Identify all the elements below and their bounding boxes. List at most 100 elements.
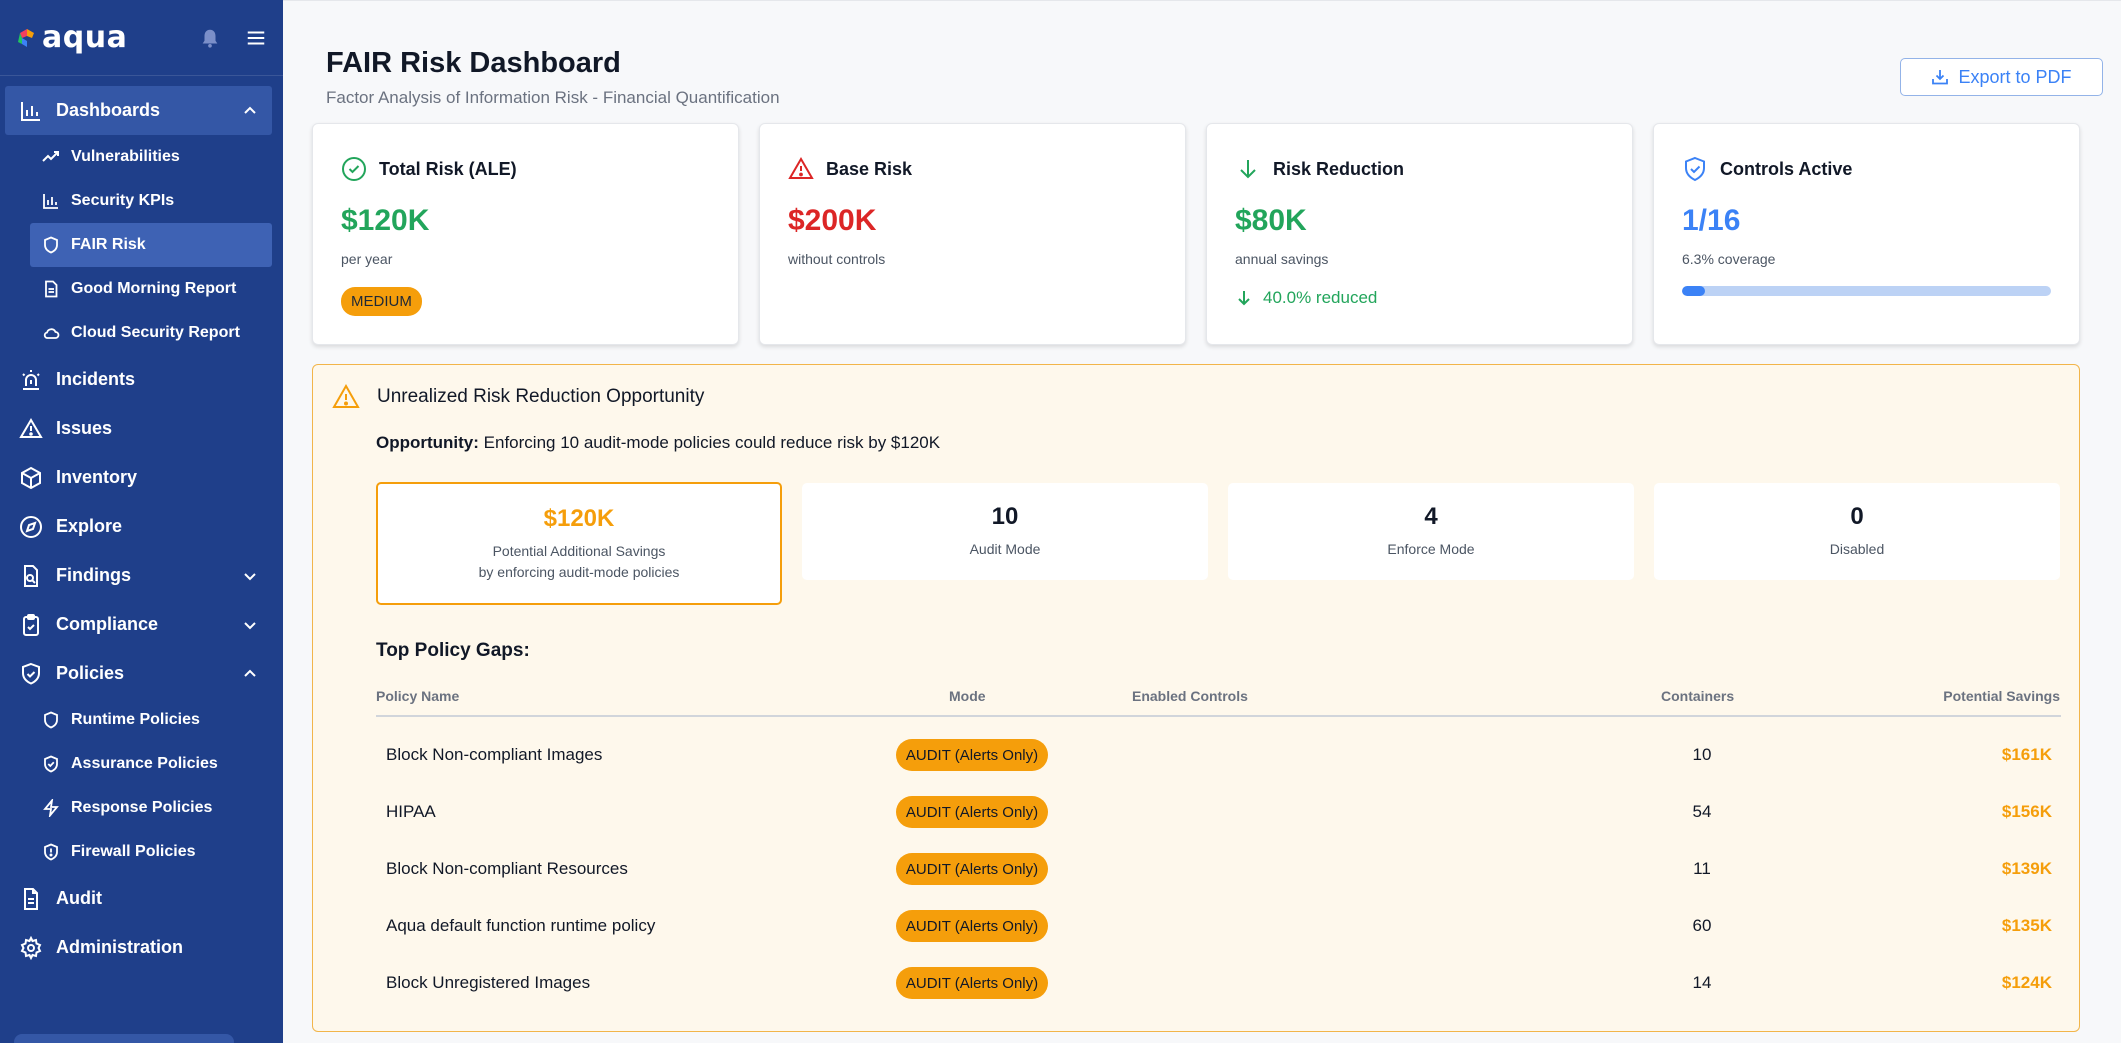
- potential-savings-stat: $120K Potential Additional Savings by en…: [376, 482, 782, 605]
- containers-cell: 10: [1692, 745, 1712, 764]
- sidebar-item-response-policies[interactable]: Response Policies: [30, 786, 272, 830]
- brand-name[interactable]: aqua: [42, 20, 127, 55]
- enforce-mode-value: 4: [1424, 503, 1438, 530]
- sidebar-footer-control[interactable]: [14, 1034, 234, 1043]
- column-header-containers[interactable]: Containers: [1661, 688, 1734, 704]
- controls-active-card: Controls Active 1/16 6.3% coverage: [1653, 123, 2080, 345]
- column-header-enabled-controls[interactable]: Enabled Controls: [1132, 688, 1248, 704]
- sidebar-item-fair-risk[interactable]: FAIR Risk: [30, 223, 272, 267]
- base-risk-card: Base Risk $200K without controls: [759, 123, 1186, 345]
- sidebar-item-vulnerabilities[interactable]: Vulnerabilities: [30, 135, 272, 179]
- disabled-value: 0: [1850, 503, 1864, 530]
- column-header-mode[interactable]: Mode: [949, 688, 986, 704]
- card-title: Controls Active: [1720, 158, 1853, 179]
- sidebar-item-explore[interactable]: Explore: [5, 502, 272, 551]
- reduction-percentage: 40.0% reduced: [1235, 288, 1377, 308]
- shield-icon: [44, 711, 58, 729]
- mode-badge: AUDIT (Alerts Only): [896, 853, 1048, 885]
- sidebar-item-dashboards[interactable]: Dashboards: [5, 86, 272, 135]
- sidebar-item-label: Vulnerabilities: [71, 148, 180, 165]
- card-subtitle: per year: [341, 251, 393, 267]
- policy-name-cell: Block Non-compliant Resources: [386, 859, 628, 878]
- table-row[interactable]: Block Unregistered Images AUDIT (Alerts …: [376, 955, 2061, 1012]
- cloud-icon: [43, 328, 60, 339]
- export-pdf-button[interactable]: Export to PDF: [1900, 58, 2103, 96]
- sidebar-item-label: Dashboards: [56, 100, 161, 120]
- containers-cell: 14: [1692, 973, 1712, 992]
- table-row[interactable]: HIPAA AUDIT (Alerts Only) 54 $156K: [376, 784, 2061, 841]
- policy-name-cell: HIPAA: [386, 802, 436, 821]
- check-circle-icon: [342, 157, 366, 181]
- sidebar-item-firewall-policies[interactable]: Firewall Policies: [30, 830, 272, 874]
- potential-savings-label-line2: by enforcing audit-mode policies: [478, 563, 680, 580]
- potential-savings-label: Potential Additional Savings by enforcin…: [479, 541, 680, 583]
- mode-badge: AUDIT (Alerts Only): [896, 796, 1048, 828]
- sidebar-item-issues[interactable]: Issues: [5, 404, 272, 453]
- card-subtitle: without controls: [788, 251, 886, 267]
- sidebar-item-audit[interactable]: Audit: [5, 874, 272, 923]
- sidebar-item-cloud-security-report[interactable]: Cloud Security Report: [30, 311, 272, 355]
- sidebar-item-administration[interactable]: Administration: [5, 923, 272, 972]
- sidebar-item-inventory[interactable]: Inventory: [5, 453, 272, 502]
- table-row[interactable]: Block Non-compliant Images AUDIT (Alerts…: [376, 727, 2061, 784]
- mode-badge: AUDIT (Alerts Only): [896, 910, 1048, 942]
- chevron-up-icon: [244, 669, 256, 677]
- audit-mode-value: 10: [991, 503, 1019, 530]
- sidebar-item-label: Compliance: [56, 614, 159, 634]
- audit-mode-stat: 10 Audit Mode: [802, 483, 1208, 580]
- total-risk-card: Total Risk (ALE) $120K per year MEDIUM: [312, 123, 739, 345]
- compass-icon: [20, 515, 42, 538]
- containers-cell: 54: [1692, 802, 1712, 821]
- sidebar-item-findings[interactable]: Findings: [5, 551, 272, 600]
- sidebar-item-runtime-policies[interactable]: Runtime Policies: [30, 698, 272, 742]
- document-icon: [45, 280, 58, 298]
- sidebar-item-label: Inventory: [56, 467, 138, 487]
- trending-up-icon: [42, 151, 59, 162]
- disabled-stat: 0 Disabled: [1654, 483, 2060, 580]
- page-title: FAIR Risk Dashboard: [326, 47, 621, 79]
- table-row[interactable]: Aqua default function runtime policy AUD…: [376, 898, 2061, 955]
- bar-chart-icon: [21, 101, 40, 121]
- sidebar-item-label: Issues: [56, 418, 113, 438]
- sidebar-item-security-kpis[interactable]: Security KPIs: [30, 179, 272, 223]
- shield-icon: [44, 236, 58, 254]
- menu-icon[interactable]: [245, 27, 267, 49]
- chevron-down-icon: [244, 572, 256, 580]
- bell-icon[interactable]: [199, 27, 221, 49]
- coverage-progress-bar: [1682, 286, 2051, 296]
- potential-savings-cell: $135K: [2001, 916, 2052, 935]
- sidebar-item-label: Assurance Policies: [71, 755, 218, 772]
- sidebar-item-compliance[interactable]: Compliance: [5, 600, 272, 649]
- enforce-mode-stat: 4 Enforce Mode: [1228, 483, 1634, 580]
- total-risk-value: $120K: [341, 204, 430, 237]
- potential-savings-cell: $156K: [2001, 802, 2052, 821]
- sidebar-item-incidents[interactable]: Incidents: [5, 355, 272, 404]
- column-header-policy-name[interactable]: Policy Name: [376, 688, 459, 704]
- sidebar-item-good-morning-report[interactable]: Good Morning Report: [30, 267, 272, 311]
- potential-savings-cell: $124K: [2001, 973, 2052, 992]
- warning-triangle-icon: [788, 157, 814, 179]
- opportunity-text: Opportunity: Enforcing 10 audit-mode pol…: [376, 433, 940, 453]
- sidebar-item-label: Administration: [56, 937, 184, 957]
- column-header-potential-savings[interactable]: Potential Savings: [1943, 688, 2060, 704]
- opportunity-description: Enforcing 10 audit-mode policies could r…: [483, 433, 941, 452]
- sidebar-item-label: Good Morning Report: [71, 280, 237, 297]
- card-title: Total Risk (ALE): [379, 158, 517, 179]
- card-subtitle: annual savings: [1235, 251, 1329, 267]
- sidebar: aqua Dashboards Vulnerabilities Security…: [0, 0, 283, 1043]
- mode-badge: AUDIT (Alerts Only): [896, 739, 1048, 771]
- base-risk-value: $200K: [788, 204, 877, 237]
- shield-check-icon: [1685, 156, 1705, 182]
- clipboard-check-icon: [23, 613, 39, 636]
- sidebar-header: aqua: [0, 0, 283, 76]
- risk-level-badge: MEDIUM: [341, 287, 422, 316]
- risk-reduction-card: Risk Reduction $80K annual savings 40.0%…: [1206, 123, 1633, 345]
- potential-savings-cell: $139K: [2001, 859, 2052, 878]
- sidebar-item-label: Cloud Security Report: [71, 324, 240, 341]
- package-icon: [21, 466, 41, 489]
- shield-check-icon: [44, 755, 58, 773]
- sidebar-item-assurance-policies[interactable]: Assurance Policies: [30, 742, 272, 786]
- sidebar-item-policies[interactable]: Policies: [5, 649, 272, 698]
- potential-savings-value: $120K: [543, 504, 615, 532]
- table-row[interactable]: Block Non-compliant Resources AUDIT (Ale…: [376, 841, 2061, 898]
